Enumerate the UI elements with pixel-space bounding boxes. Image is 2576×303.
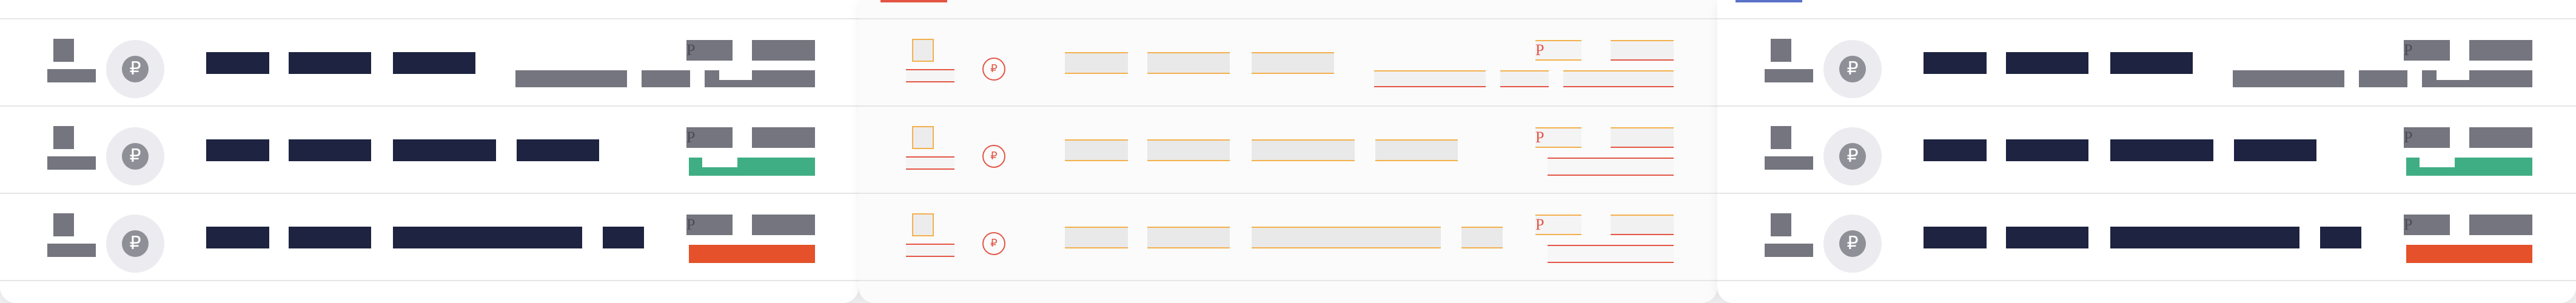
ruble-icon: ₽ xyxy=(1839,143,1866,170)
price-prefix: P xyxy=(1535,40,1581,61)
title-word xyxy=(1252,227,1441,248)
ruble-icon: ₽ xyxy=(982,232,1005,255)
title-word xyxy=(2006,139,2088,161)
price-prefix: P xyxy=(686,40,733,61)
title-word xyxy=(1147,139,1230,161)
amount-value xyxy=(2469,40,2532,61)
currency-avatar: ₽ xyxy=(965,215,1023,273)
title-word xyxy=(206,139,269,161)
ruble-icon: ₽ xyxy=(122,230,149,257)
amount-value xyxy=(1611,127,1674,148)
title-word xyxy=(603,227,644,248)
status-badge xyxy=(1548,158,1674,176)
price-prefix: P xyxy=(686,215,733,235)
title-word xyxy=(206,52,269,74)
title-word xyxy=(393,52,475,74)
ruble-icon: ₽ xyxy=(982,145,1005,168)
transaction-row[interactable]: ₽ P xyxy=(1717,194,2576,281)
title-word xyxy=(1924,227,1987,248)
subtitle xyxy=(1500,70,1549,87)
title-word xyxy=(1924,52,1987,74)
transaction-row[interactable]: ₽ P xyxy=(0,107,859,194)
title-word xyxy=(1252,139,1355,161)
status-notch xyxy=(2420,158,2455,167)
transaction-row-placeholder: ₽ P xyxy=(859,19,1717,107)
subtitle xyxy=(515,70,627,87)
price-prefix: P xyxy=(1535,127,1581,148)
amount-value xyxy=(752,215,815,235)
title-word xyxy=(2110,227,2299,248)
transactions-panel-middle: ₽ P ₽ P ₽ P xyxy=(859,0,1717,303)
transaction-row[interactable]: ₽ P xyxy=(1717,19,2576,107)
active-indicator xyxy=(880,0,947,2)
transaction-row-placeholder: ₽ P xyxy=(859,107,1717,194)
title-word xyxy=(206,227,269,248)
title-word xyxy=(2006,52,2088,74)
title-word xyxy=(1461,227,1503,248)
currency-avatar: ₽ xyxy=(106,127,164,185)
amount-value xyxy=(752,127,815,148)
title-word xyxy=(1252,52,1334,74)
title-word xyxy=(289,52,371,74)
title-word xyxy=(289,139,371,161)
title-word xyxy=(517,139,599,161)
title-word xyxy=(1065,52,1128,74)
ruble-icon: ₽ xyxy=(122,143,149,170)
amount-value xyxy=(752,40,815,61)
title-word xyxy=(1147,52,1230,74)
transaction-row-placeholder: ₽ P xyxy=(859,194,1717,281)
title-word xyxy=(1924,139,1987,161)
title-word xyxy=(2320,227,2361,248)
price-prefix: P xyxy=(2404,40,2450,61)
title-word xyxy=(1147,227,1230,248)
status-badge-red xyxy=(2406,245,2532,263)
status-badge xyxy=(1563,70,1674,87)
title-word xyxy=(2110,52,2193,74)
price-prefix: P xyxy=(1535,215,1581,235)
ruble-icon: ₽ xyxy=(1839,56,1866,82)
title-word xyxy=(1065,227,1128,248)
transactions-panel-right: ₽ P ₽ P ₽ P xyxy=(1717,0,2576,303)
amount-value xyxy=(1611,215,1674,235)
status-badge xyxy=(1548,245,1674,263)
ruble-icon: ₽ xyxy=(1839,230,1866,257)
title-word xyxy=(393,227,582,248)
status-notch xyxy=(2437,70,2469,80)
subtitle xyxy=(2233,70,2344,87)
currency-avatar: ₽ xyxy=(1823,215,1882,273)
status-notch xyxy=(702,158,737,167)
amount-value xyxy=(2469,215,2532,235)
subtitle xyxy=(2359,70,2407,87)
price-prefix: P xyxy=(2404,215,2450,235)
transaction-row[interactable]: ₽ P xyxy=(1717,107,2576,194)
currency-avatar: ₽ xyxy=(1823,40,1882,98)
currency-avatar: ₽ xyxy=(106,40,164,98)
currency-avatar: ₽ xyxy=(1823,127,1882,185)
amount-value xyxy=(1611,40,1674,61)
price-prefix: P xyxy=(2404,127,2450,148)
subtitle xyxy=(1374,70,1486,87)
price-prefix: P xyxy=(686,127,733,148)
title-word xyxy=(393,139,496,161)
transaction-row[interactable]: ₽ P xyxy=(0,19,859,107)
title-word xyxy=(1065,139,1128,161)
stage: ₽ P ₽ P ₽ P ₽ P ₽ P ₽ P ₽ P ₽ P ₽ P xyxy=(0,0,2576,303)
ruble-icon: ₽ xyxy=(122,56,149,82)
ruble-icon: ₽ xyxy=(982,58,1005,81)
status-notch xyxy=(719,70,752,80)
title-word xyxy=(2110,139,2213,161)
title-word xyxy=(2006,227,2088,248)
currency-avatar: ₽ xyxy=(965,40,1023,98)
subtitle xyxy=(642,70,690,87)
currency-avatar: ₽ xyxy=(965,127,1023,185)
transactions-panel-left: ₽ P ₽ P ₽ P xyxy=(0,0,859,303)
status-badge-red xyxy=(689,245,815,263)
transaction-row[interactable]: ₽ P xyxy=(0,194,859,281)
currency-avatar: ₽ xyxy=(106,215,164,273)
title-word xyxy=(1375,139,1458,161)
title-word xyxy=(289,227,371,248)
title-word xyxy=(2234,139,2316,161)
amount-value xyxy=(2469,127,2532,148)
active-indicator xyxy=(1736,0,1802,2)
